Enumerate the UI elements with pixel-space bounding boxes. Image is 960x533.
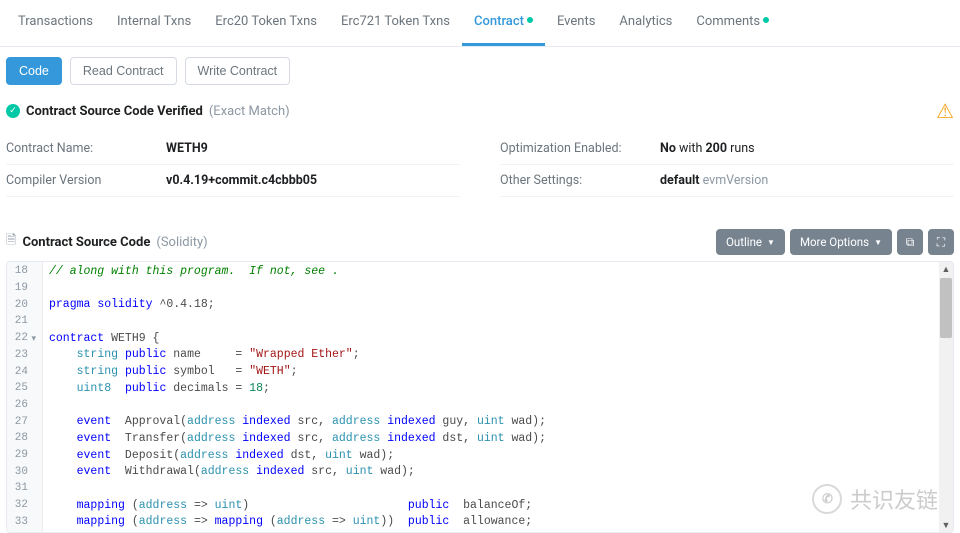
value-contract-name: WETH9 [166, 141, 208, 156]
file-icon: 🗎 [6, 231, 16, 253]
subtab-read[interactable]: Read Contract [70, 57, 177, 85]
scroll-thumb[interactable] [940, 278, 952, 338]
tab-events[interactable]: Events [545, 0, 607, 46]
fullscreen-button[interactable]: ⛶ [928, 229, 954, 255]
source-title: Contract Source Code [22, 235, 150, 250]
value-compiler: v0.4.19+commit.c4cbbb05 [166, 173, 317, 188]
warning-icon[interactable]: ⚠ [936, 99, 954, 123]
scroll-down-arrow[interactable]: ▼ [939, 518, 953, 532]
contract-info: Contract Name: WETH9 Compiler Version v0… [0, 133, 960, 215]
tab-analytics[interactable]: Analytics [607, 0, 684, 46]
scroll-up-arrow[interactable]: ▲ [939, 262, 953, 276]
tab-comments[interactable]: Comments [684, 0, 781, 46]
vertical-scrollbar[interactable]: ▲ ▼ [939, 262, 953, 532]
chevron-down-icon: ▼ [874, 238, 882, 247]
tab-internal-txns[interactable]: Internal Txns [105, 0, 203, 46]
contract-subtabs: Code Read Contract Write Contract [0, 47, 960, 95]
verified-match: (Exact Match) [209, 104, 290, 119]
verified-row: ✓ Contract Source Code Verified (Exact M… [0, 95, 960, 133]
more-options-button[interactable]: More Options▼ [790, 229, 892, 255]
code-content[interactable]: // along with this program. If not, see … [43, 262, 953, 532]
tab-contract[interactable]: Contract [462, 0, 545, 46]
outline-button[interactable]: Outline▼ [716, 229, 785, 255]
label-contract-name: Contract Name: [6, 141, 166, 156]
verified-dot-icon [527, 17, 533, 23]
source-header: 🗎 Contract Source Code (Solidity) Outlin… [0, 215, 960, 261]
label-compiler: Compiler Version [6, 173, 166, 188]
tab-transactions[interactable]: Transactions [6, 0, 105, 46]
check-circle-icon: ✓ [6, 104, 20, 118]
copy-button[interactable]: ⧉ [897, 229, 923, 255]
label-optimization: Optimization Enabled: [500, 141, 660, 156]
main-tabs: Transactions Internal Txns Erc20 Token T… [0, 0, 960, 47]
verified-title: Contract Source Code Verified [26, 104, 203, 119]
value-optimization: No with 200 runs [660, 141, 755, 156]
tab-erc20[interactable]: Erc20 Token Txns [203, 0, 329, 46]
source-lang: (Solidity) [156, 235, 207, 250]
comments-dot-icon [763, 17, 769, 23]
subtab-code[interactable]: Code [6, 57, 62, 85]
value-other-settings: default evmVersion [660, 173, 768, 188]
chevron-down-icon: ▼ [767, 238, 775, 247]
source-code-viewer[interactable]: 1819202122▾23242526272829303132333435▾36… [6, 261, 954, 533]
label-other-settings: Other Settings: [500, 173, 660, 188]
line-gutter: 1819202122▾23242526272829303132333435▾36… [7, 262, 43, 532]
tab-erc721[interactable]: Erc721 Token Txns [329, 0, 462, 46]
subtab-write[interactable]: Write Contract [185, 57, 291, 85]
